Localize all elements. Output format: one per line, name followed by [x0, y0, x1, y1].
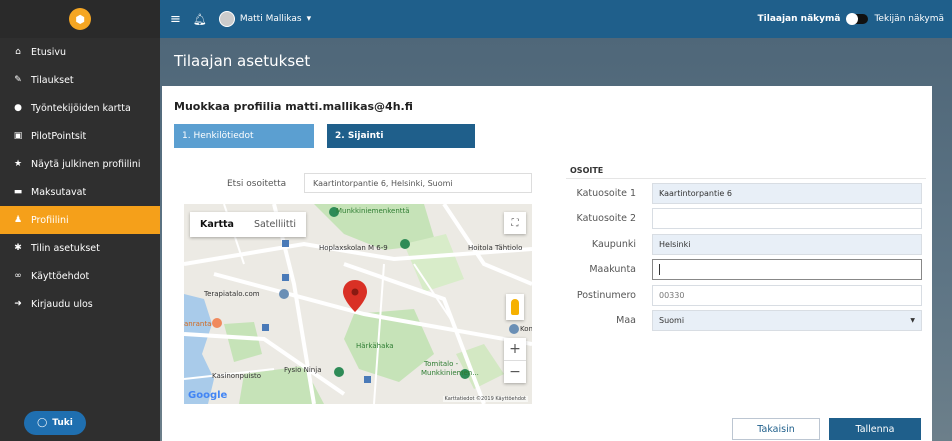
home-icon: ⌂ — [15, 47, 21, 57]
country-value: Suomi — [659, 316, 685, 325]
back-button[interactable]: Takaisin — [732, 418, 820, 440]
zoom-out-button[interactable]: − — [504, 361, 526, 383]
zoom-control: + − — [504, 338, 526, 383]
street1-input[interactable]: Kaartintorpantie 6 — [652, 183, 922, 204]
avatar — [218, 11, 235, 27]
support-label: Tuki — [52, 418, 73, 428]
sidebar-item-label: Työntekijöiden kartta — [31, 102, 131, 114]
handshake-icon: ∞ — [14, 271, 22, 281]
sidebar-item-label: PilotPointsit — [31, 130, 87, 142]
postal-code-input[interactable]: 00330 — [652, 285, 922, 306]
user-icon: ♟ — [13, 215, 23, 225]
sidebar-item-näytä-julkinen-profiilini[interactable]: ★ Näytä julkinen profiilini — [0, 150, 160, 178]
map-label-ranta: anranta — [184, 320, 212, 328]
bell-icon[interactable]: 🔔︎ — [193, 13, 207, 26]
map-label-kon: Kon — [520, 325, 532, 333]
card-icon: ▬ — [13, 187, 23, 197]
sidebar-item-pilotpointsit[interactable]: ▣ PilotPointsit — [0, 122, 160, 150]
map-type-satellite-button[interactable]: Satelliitti — [244, 212, 306, 237]
view-client-label: Tilaajan näkymä — [757, 14, 841, 24]
sidebar-item-kirjaudu-ulos[interactable]: ➜ Kirjaudu ulos — [0, 290, 160, 318]
city-input[interactable]: Helsinki — [652, 234, 922, 255]
map-type-control: Kartta Satelliitti — [190, 212, 307, 237]
country-label: Maa — [616, 315, 636, 326]
sidebar-item-label: Kirjaudu ulos — [31, 298, 93, 310]
tab-location[interactable]: 2. Sijainti — [327, 124, 475, 148]
map[interactable]: Munkkiniemenkenttä Hoplaxskolan M 6-9 Ho… — [184, 204, 532, 404]
sidebar-item-label: Maksutavat — [31, 186, 87, 198]
chat-icon: ◯ — [37, 418, 48, 428]
search-label: Etsi osoitetta — [227, 179, 287, 189]
sidebar-item-etusivu[interactable]: ⌂ Etusivu — [0, 38, 160, 66]
address-search-input[interactable]: Kaartintorpantie 6, Helsinki, Suomi — [304, 173, 532, 193]
zoom-in-button[interactable]: + — [504, 338, 526, 360]
save-button[interactable]: Tallenna — [829, 418, 921, 440]
street2-input[interactable] — [652, 208, 922, 229]
user-name: Matti Mallikas — [239, 14, 302, 24]
topbar-left: ≡ 🔔︎ Matti Mallikas ▾ — [170, 11, 311, 27]
map-label-hoitola: Hoitola Tähtiolo — [468, 244, 523, 252]
region-label: Maakunta — [589, 264, 636, 275]
country-select[interactable]: Suomi ▼ — [652, 310, 922, 331]
fullscreen-icon[interactable]: ⛶ — [504, 212, 526, 234]
pegman-figure — [511, 299, 519, 315]
google-logo: Google — [188, 390, 228, 401]
map-label-fysio: Fysio Ninja — [284, 366, 322, 374]
profile-card: Muokkaa profiilia matti.mallikas@4h.fi 1… — [162, 86, 932, 441]
map-label-tomitalo: Tomitalo - — [424, 360, 459, 368]
hamburger-icon[interactable]: ≡ — [170, 12, 181, 27]
sidebar: ⌂ Etusivu ✎ Tilaukset ● Työntekijöiden kartta… — [0, 38, 160, 441]
chevron-down-icon: ▾ — [306, 14, 312, 24]
gear-icon: ✱ — [14, 243, 22, 253]
sidebar-item-tilin-asetukset[interactable]: ✱ Tilin asetukset — [0, 234, 160, 262]
user-menu[interactable]: Matti Mallikas ▾ — [218, 11, 312, 27]
sidebar-item-label: Profiilini — [31, 214, 69, 226]
sidebar-item-label: Näytä julkinen profiilini — [31, 158, 141, 170]
sidebar-menu: ⌂ Etusivu ✎ Tilaukset ● Työntekijöiden kartta… — [0, 38, 160, 318]
toggle-knob — [846, 13, 859, 25]
page-title: Tilaajan asetukset — [174, 52, 311, 70]
city-label: Kaupunki — [591, 239, 636, 250]
map-attribution[interactable]: Karttatiedot ©2019 Käyttöehdot — [442, 396, 528, 402]
sidebar-item-maksutavat[interactable]: ▬ Maksutavat — [0, 178, 160, 206]
briefcase-icon: ▣ — [13, 131, 23, 141]
sidebar-item-profiilini[interactable]: ♟ Profiilini — [0, 206, 160, 234]
sidebar-item-label: Tilaukset — [31, 74, 74, 86]
logo-cell: ⬢ — [0, 0, 160, 38]
postal-code-label: Postinumero — [576, 290, 636, 301]
card-title: Muokkaa profiilia matti.mallikas@4h.fi — [174, 100, 413, 113]
region-input[interactable] — [652, 259, 922, 280]
map-label-munkkiniemenkentta: Munkkiniemenkenttä — [336, 207, 410, 215]
street1-label: Katuosoite 1 — [576, 188, 636, 199]
top-bar: ⬢ ≡ 🔔︎ Matti Mallikas ▾ Tilaajan näkymä … — [0, 0, 952, 38]
map-label-terapiatalo: Terapiatalo.com — [204, 290, 260, 298]
map-label-hoplaxskolan: Hoplaxskolan M 6-9 — [319, 244, 388, 252]
map-label-harkahaka: Härkähaka — [356, 342, 394, 350]
logout-icon: ➜ — [14, 299, 22, 309]
address-divider — [566, 178, 926, 179]
address-heading: OSOITE — [570, 166, 604, 175]
sidebar-item-tilaukset[interactable]: ✎ Tilaukset — [0, 66, 160, 94]
map-label-kasinonpuisto: Kasinonpuisto — [212, 372, 262, 380]
street2-label: Katuosoite 2 — [576, 213, 636, 224]
view-worker-label: Tekijän näkymä — [874, 14, 944, 24]
sidebar-item-työntekijöiden-kartta[interactable]: ● Työntekijöiden kartta — [0, 94, 160, 122]
support-button[interactable]: ◯ Tuki — [24, 411, 86, 435]
sidebar-item-käyttöehdot[interactable]: ∞ Käyttöehdot — [0, 262, 160, 290]
location-icon: ● — [14, 103, 22, 113]
map-type-map-button[interactable]: Kartta — [190, 212, 244, 237]
streetview-pegman-icon[interactable] — [506, 294, 524, 320]
view-toggle[interactable] — [846, 13, 869, 25]
app-logo[interactable]: ⬢ — [69, 8, 91, 30]
view-switch: Tilaajan näkymä Tekijän näkymä — [757, 13, 952, 25]
star-icon: ★ — [13, 159, 23, 169]
chevron-down-icon: ▼ — [910, 317, 915, 324]
map-label-munkkiniemen: Munkkiniemen... — [421, 369, 479, 377]
sidebar-item-label: Etusivu — [31, 46, 66, 58]
sidebar-item-label: Tilin asetukset — [31, 242, 100, 254]
text-caret — [659, 264, 660, 275]
tab-personal-info[interactable]: 1. Henkilötiedot — [174, 124, 314, 148]
sidebar-item-label: Käyttöehdot — [31, 270, 90, 282]
edit-icon: ✎ — [14, 75, 22, 85]
